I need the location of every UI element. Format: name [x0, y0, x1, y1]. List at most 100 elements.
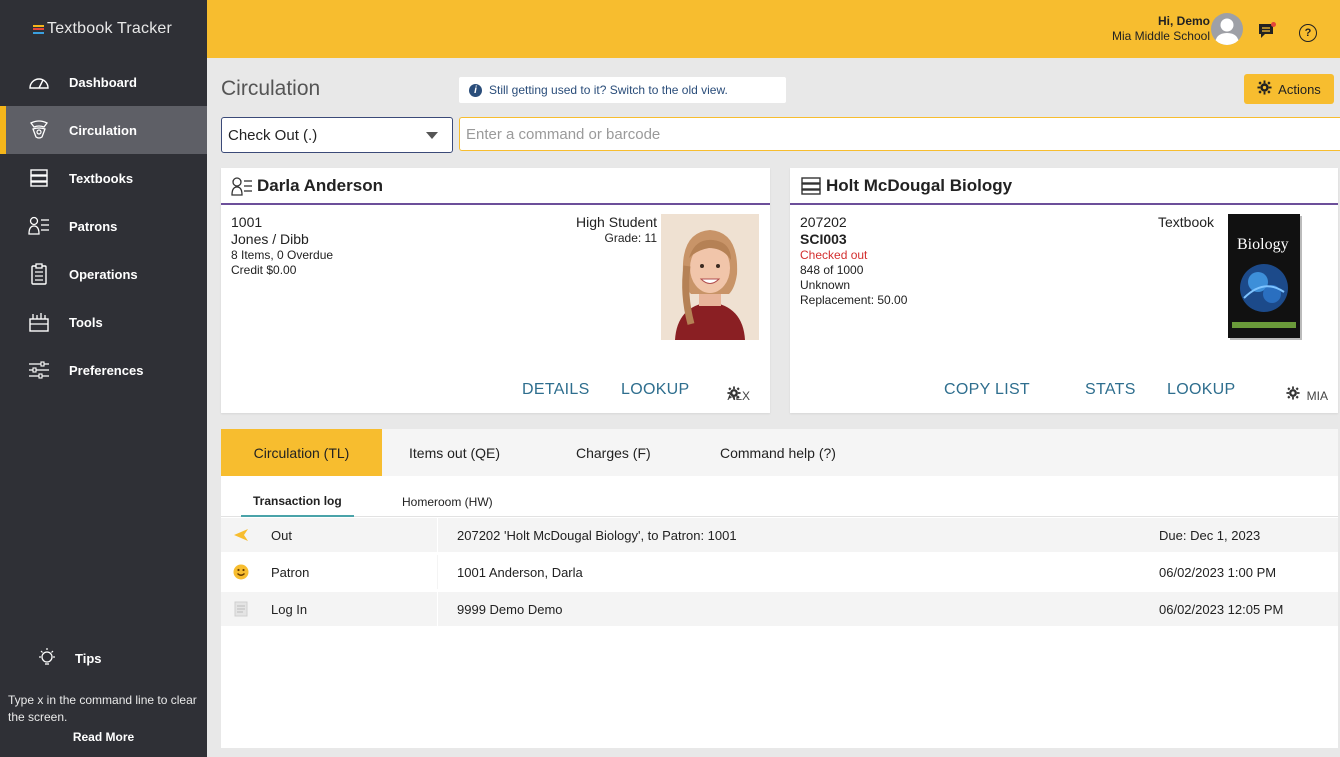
- log-type: Out: [271, 527, 292, 543]
- user-avatar[interactable]: [1211, 13, 1243, 45]
- textbook-replacement: Replacement: 50.00: [800, 293, 908, 307]
- patrons-icon: [27, 214, 51, 238]
- subtab-transaction-log[interactable]: Transaction log: [241, 487, 354, 517]
- tips-title: Tips: [75, 650, 102, 666]
- patron-grade: Grade: 11: [604, 231, 657, 245]
- tab-charges[interactable]: Charges (F): [576, 429, 651, 476]
- command-input[interactable]: [459, 117, 1340, 151]
- tips-header: Tips: [0, 640, 207, 676]
- textbook-type: Textbook: [1158, 214, 1215, 230]
- textbook-card-header: Holt McDougal Biology: [790, 168, 1338, 205]
- user-school: Mia Middle School: [1111, 29, 1210, 43]
- sidebar-item-label: Operations: [69, 266, 138, 282]
- textbook-card: Holt McDougal Biology 207202 SCI003 Chec…: [790, 168, 1338, 413]
- user-info[interactable]: Hi, Demo Mia Middle School: [1112, 14, 1210, 44]
- brand-logo-icon: [33, 24, 44, 34]
- patron-name: Darla Anderson: [257, 175, 383, 195]
- tab-bar: Circulation (TL) Items out (QE) Charges …: [221, 429, 1338, 476]
- table-row[interactable]: Log In 9999 Demo Demo 06/02/2023 12:05 P…: [221, 592, 1338, 626]
- table-row[interactable]: Patron 1001 Anderson, Darla 06/02/2023 1…: [221, 555, 1338, 589]
- tab-circulation[interactable]: Circulation (TL): [221, 429, 382, 476]
- sidebar-item-operations[interactable]: Operations: [0, 250, 207, 298]
- copy-list-link[interactable]: COPY LIST: [944, 381, 1030, 399]
- patron-card: Darla Anderson 1001 Jones / Dibb 8 Items…: [221, 168, 770, 413]
- tips-text: Type x in the command line to clear the …: [8, 693, 197, 724]
- user-greeting: Hi, Demo: [1157, 14, 1210, 28]
- brand-name: Textbook Tracker: [47, 20, 173, 37]
- log-type: Log In: [271, 601, 308, 617]
- log-type: Patron: [271, 564, 310, 580]
- sidebar-item-label: Circulation: [69, 122, 137, 138]
- log-when: Due: Dec 1, 2023: [1159, 527, 1261, 543]
- actions-label: Actions: [1278, 81, 1321, 97]
- books-icon: [800, 176, 822, 196]
- read-more-link[interactable]: Read More: [0, 730, 207, 744]
- document-icon: [234, 592, 248, 626]
- tips-section: Tips Type x in the command line to clear…: [0, 640, 207, 744]
- tab-command-help[interactable]: Command help (?): [720, 429, 836, 476]
- table-row[interactable]: Out 207202 'Holt McDougal Biology', to P…: [221, 518, 1338, 552]
- sidebar-item-label: Tools: [69, 314, 103, 330]
- patron-items: 8 Items, 0 Overdue: [231, 248, 334, 262]
- patron-photo: [661, 214, 759, 340]
- sidebar-item-label: Dashboard: [69, 74, 137, 90]
- mode-select[interactable]: Check Out (.): [221, 117, 453, 153]
- sidebar-item-label: Textbooks: [69, 170, 134, 186]
- sidebar-item-dashboard[interactable]: Dashboard: [0, 58, 207, 106]
- textbook-title: Holt McDougal Biology: [826, 175, 1013, 195]
- sidebar-item-label: Preferences: [69, 362, 144, 378]
- sidebar-item-tools[interactable]: Tools: [0, 298, 207, 346]
- textbook-count: 848 of 1000: [800, 263, 864, 277]
- tab-items-out[interactable]: Items out (QE): [409, 429, 500, 476]
- patron-card-header: Darla Anderson: [221, 168, 770, 205]
- log-when: 06/02/2023 12:05 PM: [1159, 601, 1284, 617]
- sidebar-item-preferences[interactable]: Preferences: [0, 346, 207, 394]
- sidebar: Textbook Tracker Dashboard Circulation T…: [0, 0, 207, 757]
- cover-title: Biology: [1237, 236, 1289, 253]
- circulation-panel: Circulation (TL) Items out (QE) Charges …: [221, 429, 1338, 748]
- lightbulb-icon: [35, 647, 59, 669]
- patron-type: High Student: [576, 214, 657, 230]
- patron-details-link[interactable]: DETAILS: [522, 381, 590, 399]
- log-detail: 9999 Demo Demo: [457, 601, 563, 617]
- stats-link[interactable]: STATS: [1085, 381, 1136, 399]
- books-icon: [27, 166, 51, 190]
- sidebar-item-textbooks[interactable]: Textbooks: [0, 154, 207, 202]
- log-detail: 1001 Anderson, Darla: [457, 564, 583, 580]
- subtab-homeroom[interactable]: Homeroom (HW): [402, 487, 493, 517]
- gear-icon[interactable]: [1286, 386, 1300, 405]
- textbook-lookup-link[interactable]: LOOKUP: [1167, 381, 1236, 399]
- page-title: Circulation: [221, 77, 321, 100]
- gear-icon: [1257, 80, 1272, 98]
- log-when: 06/02/2023 1:00 PM: [1159, 564, 1277, 580]
- sidebar-item-circulation[interactable]: Circulation: [0, 106, 207, 154]
- textbook-status: Checked out: [800, 248, 868, 262]
- patron-homeroom: Jones / Dibb: [231, 231, 309, 247]
- patron-id: 1001: [231, 214, 263, 230]
- textbook-cover: Biology: [1228, 214, 1300, 338]
- messages-icon[interactable]: [1257, 22, 1277, 45]
- clipboard-icon: [27, 262, 51, 286]
- info-icon: i: [469, 83, 482, 97]
- circulation-icon: [27, 118, 51, 142]
- textbook-site: MIA: [1306, 389, 1328, 403]
- sidebar-item-patrons[interactable]: Patrons: [0, 202, 207, 250]
- sliders-icon: [27, 358, 51, 382]
- toolbox-icon: [27, 310, 51, 334]
- gauge-icon: [27, 70, 51, 94]
- textbook-code: SCI003: [800, 231, 847, 247]
- help-icon[interactable]: ?: [1299, 24, 1317, 42]
- top-bar: Hi, Demo Mia Middle School ?: [207, 0, 1340, 58]
- textbook-condition: Unknown: [800, 278, 851, 292]
- gear-icon[interactable]: [727, 386, 741, 405]
- textbook-barcode: 207202: [800, 214, 847, 230]
- log-detail: 207202 'Holt McDougal Biology', to Patro…: [457, 527, 737, 543]
- arrow-out-icon: [233, 518, 249, 552]
- subtab-bar: Transaction log Homeroom (HW): [221, 487, 1338, 517]
- patron-lookup-link[interactable]: LOOKUP: [621, 381, 690, 399]
- brand[interactable]: Textbook Tracker: [0, 0, 207, 58]
- banner-text: Still getting used to it? Switch to the …: [489, 83, 728, 97]
- old-view-banner[interactable]: i Still getting used to it? Switch to th…: [459, 77, 786, 103]
- actions-button[interactable]: Actions: [1244, 74, 1334, 104]
- smiley-icon: [233, 555, 249, 589]
